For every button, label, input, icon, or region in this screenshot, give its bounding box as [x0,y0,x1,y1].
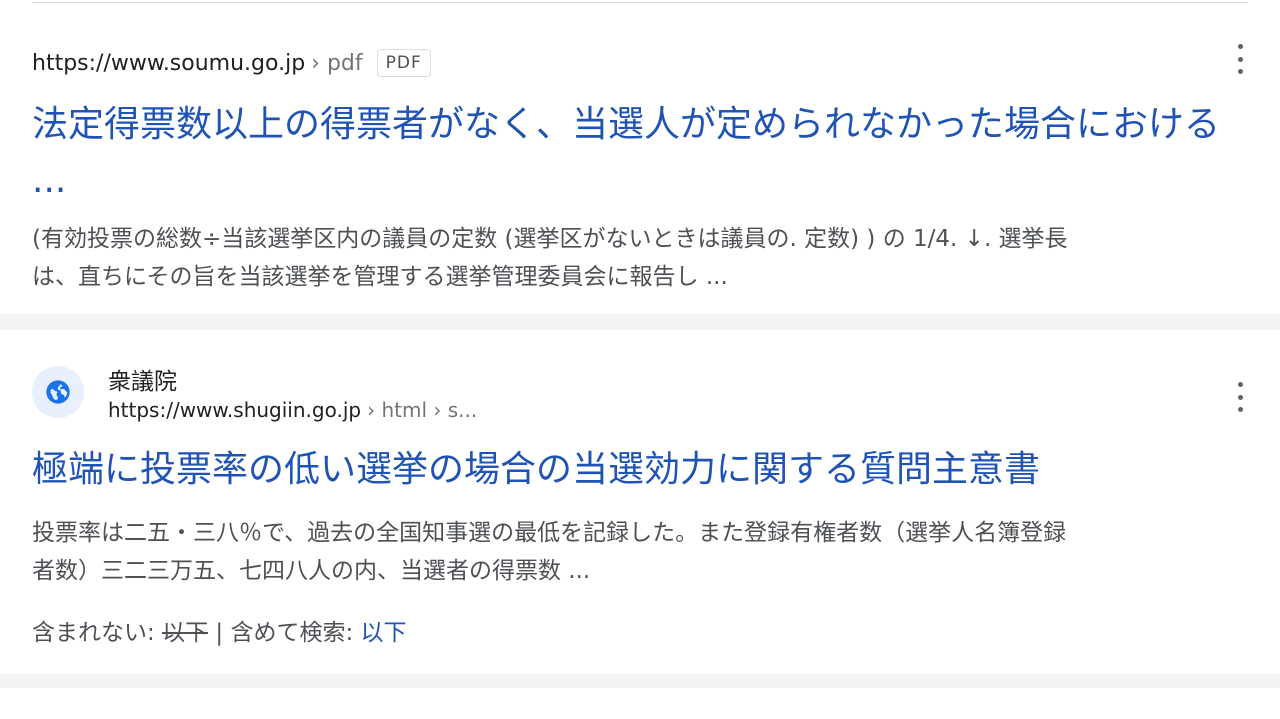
globe-icon[interactable] [32,366,84,418]
next-result-area [0,688,1280,719]
result-snippet: (有効投票の総数÷当該選挙区内の議員の定数 (選挙区がないときは議員の. 定数)… [32,220,1248,296]
search-results-page: https://www.soumu.go.jp › pdf PDF 法定得票数以… [0,0,1280,719]
snippet-line: 投票率は二五・三八％で、過去の全国知事選の最低を記録した。また登録有権者数（選挙… [32,520,1067,546]
snippet-line: (有効投票の総数÷当該選挙区内の議員の定数 (選挙区がないときは議員の. 定数)… [32,226,1068,252]
search-with-label: 含めて検索: [230,620,354,646]
result-url-row[interactable]: https://www.soumu.go.jp › pdf PDF [32,49,431,77]
result-separator [0,314,1280,330]
result-url-row[interactable]: https://www.shugiin.go.jp › html › s... [108,398,477,422]
result-url[interactable]: https://www.shugiin.go.jp [108,398,361,422]
site-name[interactable]: 衆議院 [108,362,177,396]
file-type-badge: PDF [376,49,431,77]
result-snippet: 投票率は二五・三八％で、過去の全国知事選の最低を記録した。また登録有権者数（選挙… [32,514,1248,590]
search-with-term-link[interactable]: 以下 [361,620,407,646]
result-title-link[interactable]: 法定得票数以上の得票者がなく、当選人が定められなかった場合における ... [32,97,1248,209]
result-url[interactable]: https://www.soumu.go.jp [32,51,305,76]
result-card-2: 衆議院 https://www.shugiin.go.jp › html › s… [0,330,1280,674]
result-card-1: https://www.soumu.go.jp › pdf PDF 法定得票数以… [0,3,1280,314]
missing-term: 以下 [162,620,209,646]
result-title-link[interactable]: 極端に投票率の低い選挙の場合の当選効力に関する質問主意書 [32,442,1248,498]
more-vert-icon[interactable] [1234,382,1246,412]
snippet-line: は、直ちにその旨を当該選挙を管理する選挙管理委員会に報告し ... [32,264,728,290]
snippet-line: 者数）三二三万五、七四八人の内、当選者の得票数 ... [32,558,591,584]
result-breadcrumb: › pdf [311,50,363,76]
missing-label: 含まれない: [32,620,155,646]
result-breadcrumb: › html › s... [367,398,478,422]
missing-terms-row: 含まれない: 以下 | 含めて検索: 以下 [32,613,407,647]
result-separator [0,674,1280,688]
separator: | [215,620,224,646]
more-vert-icon[interactable] [1234,44,1246,74]
